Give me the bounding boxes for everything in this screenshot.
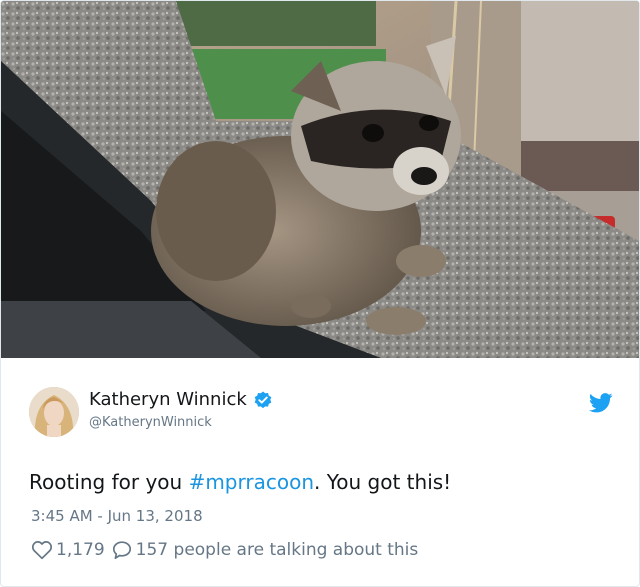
- verified-badge-icon: [253, 390, 273, 410]
- tweet-header: Katheryn Winnick @KatherynWinnick: [29, 387, 619, 439]
- display-name-row: Katheryn Winnick: [89, 389, 273, 411]
- like-count: 1,179: [56, 540, 105, 560]
- tweet-card: Katheryn Winnick @KatherynWinnick Rootin…: [0, 0, 640, 587]
- tweet-actions: 1,179 157 people are talking about this: [31, 539, 424, 561]
- hashtag-link[interactable]: #mprracoon: [189, 470, 314, 494]
- tweet-timestamp[interactable]: 3:45 AM - Jun 13, 2018: [31, 506, 203, 526]
- twitter-bird-icon[interactable]: [588, 393, 613, 415]
- speech-bubble-icon: [112, 541, 131, 560]
- raccoon-photo[interactable]: [1, 1, 639, 358]
- photo-illustration: [1, 1, 639, 358]
- tweet-text: Rooting for you #mprracoon. You got this…: [29, 469, 451, 495]
- heart-icon: [31, 541, 53, 560]
- display-name[interactable]: Katheryn Winnick: [89, 389, 247, 411]
- tweet-text-after: . You got this!: [314, 470, 452, 494]
- author-handle[interactable]: @KatherynWinnick: [89, 414, 273, 432]
- author-names: Katheryn Winnick @KatherynWinnick: [89, 389, 273, 432]
- reply-conversation-action[interactable]: 157 people are talking about this: [111, 539, 419, 561]
- tweet-body: Katheryn Winnick @KatherynWinnick Rootin…: [1, 359, 639, 586]
- conversation-text: 157 people are talking about this: [135, 540, 419, 560]
- like-action[interactable]: 1,179: [31, 539, 105, 561]
- avatar-image: [29, 387, 79, 437]
- tweet-text-before: Rooting for you: [29, 470, 189, 494]
- avatar[interactable]: [29, 387, 79, 437]
